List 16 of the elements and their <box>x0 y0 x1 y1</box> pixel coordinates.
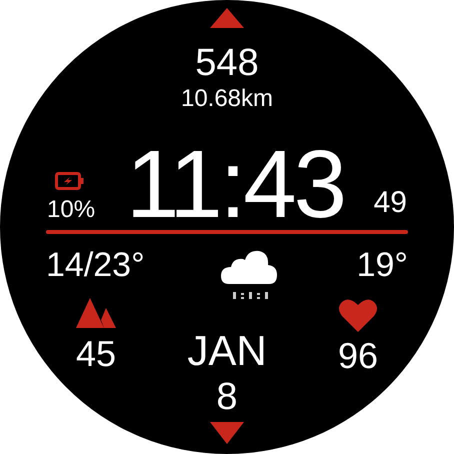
step-count: 548 <box>195 44 259 82</box>
distance: 10.68km <box>180 86 274 112</box>
current-temperature: 19° <box>356 248 408 282</box>
seconds: 49 <box>372 188 407 221</box>
clock-time: 11:43 <box>124 142 346 228</box>
down-arrow-icon[interactable] <box>210 422 244 444</box>
month: JAN <box>187 330 267 372</box>
mountain-icon <box>76 298 116 328</box>
up-arrow-icon[interactable] <box>210 8 244 28</box>
elevation: 45 <box>76 336 116 372</box>
battery-percent: 10% <box>47 198 96 222</box>
heart-rate: 96 <box>338 338 378 374</box>
temperature-range: 14/23° <box>46 248 145 282</box>
heart-icon <box>339 298 377 332</box>
battery-icon <box>55 172 85 190</box>
day: 8 <box>216 378 238 416</box>
